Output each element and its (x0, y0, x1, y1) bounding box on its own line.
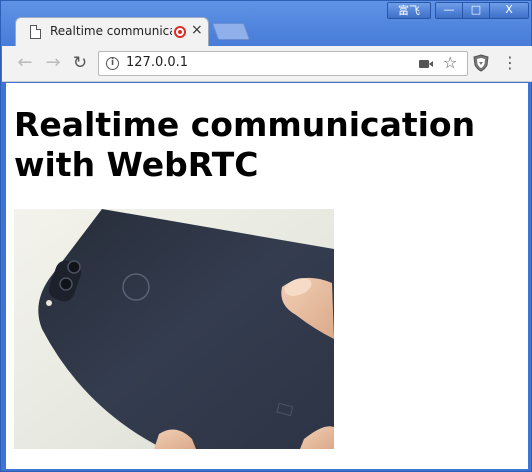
camera-icon[interactable] (419, 60, 433, 68)
close-window-button[interactable]: X (489, 2, 529, 19)
user-profile-button[interactable]: 富飞 (387, 2, 431, 19)
menu-icon[interactable]: ⋮ (502, 52, 518, 74)
address-bar[interactable]: i 127.0.0.1 ☆ (98, 51, 468, 76)
extension-shield-icon[interactable] (473, 54, 489, 72)
doc-icon (30, 25, 41, 39)
recording-icon (174, 26, 186, 38)
reload-icon[interactable]: ↻ (69, 52, 91, 74)
local-video[interactable] (14, 209, 334, 449)
toolbar: ← → ↻ i 127.0.0.1 ☆ ⋮ (2, 46, 532, 82)
maximize-button[interactable]: □ (462, 2, 490, 19)
video-frame-image (14, 209, 334, 449)
minimize-button[interactable]: — (435, 2, 463, 19)
forward-icon[interactable]: → (42, 52, 64, 74)
browser-window: 富飞 — □ X Realtime communicati × ← → ↻ i … (0, 0, 532, 472)
url-text[interactable]: 127.0.0.1 (126, 55, 188, 70)
info-icon[interactable]: i (106, 57, 119, 70)
back-icon[interactable]: ← (14, 52, 36, 74)
tab-close-icon[interactable]: × (191, 22, 203, 38)
page-title: Realtime communication with WebRTC (14, 105, 476, 184)
star-icon[interactable]: ☆ (443, 53, 457, 72)
page-viewport: Realtime communication with WebRTC (6, 83, 528, 469)
new-tab-button[interactable] (211, 23, 251, 40)
tab-active[interactable]: Realtime communicati × (15, 17, 209, 47)
tab-title: Realtime communicati (50, 24, 172, 38)
